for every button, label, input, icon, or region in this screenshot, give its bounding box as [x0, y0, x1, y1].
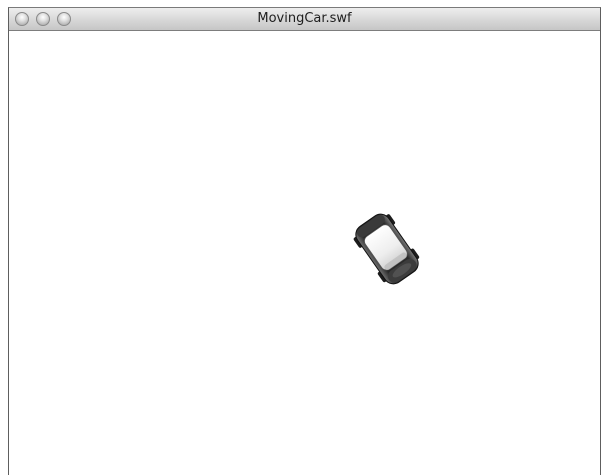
- car-sprite: [353, 213, 420, 285]
- swf-stage[interactable]: [9, 31, 600, 475]
- car-body: [353, 213, 420, 285]
- window-title: MovingCar.swf: [257, 11, 352, 26]
- flash-player-window: MovingCar.swf: [8, 7, 601, 475]
- title-bar[interactable]: MovingCar.swf: [9, 8, 600, 31]
